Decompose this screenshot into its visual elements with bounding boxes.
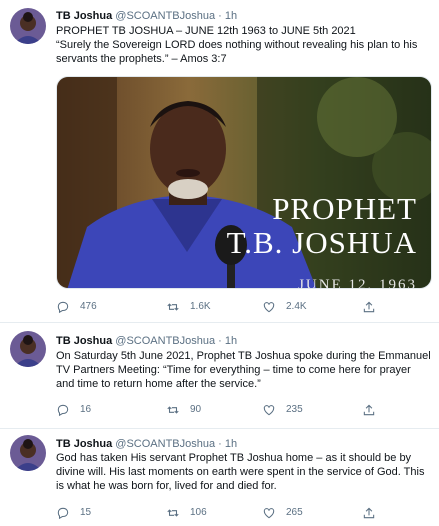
- share-button[interactable]: [362, 299, 386, 315]
- like-button[interactable]: 2.4K: [262, 299, 307, 315]
- heart-icon: [263, 302, 275, 313]
- tweet-actions: 16 90 235: [56, 402, 386, 418]
- image-caption-prophet: PROPHET: [272, 191, 417, 226]
- reply-icon: [57, 301, 69, 314]
- share-button[interactable]: [362, 402, 386, 418]
- tweet-text-line: and time to return home after the servic…: [56, 378, 261, 390]
- author-name[interactable]: TB Joshua: [56, 335, 112, 347]
- reply-count: 15: [80, 507, 92, 518]
- tweet-text-line: God has taken His servant Prophet TB Jos…: [56, 452, 412, 464]
- tweet[interactable]: TB Joshua @SCOANTBJoshua · 1h God has ta…: [0, 429, 439, 526]
- tweet-header: TB Joshua @SCOANTBJoshua · 1h: [56, 437, 237, 451]
- share-icon: [363, 507, 375, 519]
- tweet-text: God has taken His servant Prophet TB Jos…: [56, 451, 432, 493]
- tweet-image[interactable]: PROPHET T.B. JOSHUA JUNE 12, 1963: [56, 76, 432, 289]
- tweet-text: On Saturday 5th June 2021, Prophet TB Jo…: [56, 349, 432, 391]
- avatar[interactable]: [10, 8, 46, 44]
- like-button[interactable]: 265: [262, 505, 303, 521]
- author-handle[interactable]: @SCOANTBJoshua: [115, 335, 215, 347]
- tweet[interactable]: TB Joshua @SCOANTBJoshua · 1h PROPHET TB…: [0, 0, 439, 322]
- separator-dot: ·: [218, 335, 222, 347]
- like-count: 265: [286, 507, 303, 518]
- image-caption-date: JUNE 12, 1963: [298, 277, 417, 289]
- tweet-header: TB Joshua @SCOANTBJoshua · 1h: [56, 9, 237, 23]
- avatar[interactable]: [10, 435, 46, 471]
- author-handle[interactable]: @SCOANTBJoshua: [115, 10, 215, 22]
- tweet-text-line: servants the prophets.” – Amos 3:7: [56, 53, 227, 65]
- retweet-button[interactable]: 1.6K: [166, 299, 211, 315]
- tweet-text-line: TV Partners Meeting: “Time for everythin…: [56, 364, 411, 376]
- tweet-text: PROPHET TB JOSHUA – JUNE 12th 1963 to JU…: [56, 24, 432, 66]
- timestamp[interactable]: 1h: [225, 335, 237, 347]
- reply-button[interactable]: 15: [56, 505, 91, 521]
- retweet-count: 106: [190, 507, 207, 518]
- share-icon: [363, 404, 375, 416]
- retweet-icon: [167, 303, 179, 311]
- tweet-text-line: PROPHET TB JOSHUA – JUNE 12th 1963 to JU…: [56, 25, 356, 37]
- avatar[interactable]: [10, 331, 46, 367]
- retweet-count: 90: [190, 404, 202, 415]
- tweet-text-line: On Saturday 5th June 2021, Prophet TB Jo…: [56, 350, 431, 362]
- heart-icon: [263, 508, 275, 519]
- reply-button[interactable]: 16: [56, 402, 91, 418]
- retweet-count: 1.6K: [190, 301, 211, 312]
- like-count: 235: [286, 404, 303, 415]
- reply-button[interactable]: 476: [56, 299, 97, 315]
- like-count: 2.4K: [286, 301, 307, 312]
- share-button[interactable]: [362, 505, 386, 521]
- tweet-actions: 15 106 265: [56, 505, 386, 521]
- share-icon: [363, 301, 375, 313]
- reply-count: 16: [80, 404, 92, 415]
- reply-icon: [57, 507, 69, 520]
- separator-dot: ·: [218, 10, 222, 22]
- like-button[interactable]: 235: [262, 402, 303, 418]
- reply-icon: [57, 404, 69, 417]
- tweet-header: TB Joshua @SCOANTBJoshua · 1h: [56, 334, 237, 348]
- timestamp[interactable]: 1h: [225, 438, 237, 450]
- tweet-text-line: “Surely the Sovereign LORD does nothing …: [56, 39, 418, 51]
- tweet[interactable]: TB Joshua @SCOANTBJoshua · 1h On Saturda…: [0, 323, 439, 428]
- retweet-icon: [167, 406, 179, 414]
- tweet-text-line: divine will. His last moments on earth w…: [56, 466, 425, 478]
- author-handle[interactable]: @SCOANTBJoshua: [115, 438, 215, 450]
- reply-count: 476: [80, 301, 97, 312]
- retweet-icon: [167, 509, 179, 517]
- image-caption-name: T.B. JOSHUA: [226, 225, 417, 260]
- heart-icon: [263, 405, 275, 416]
- separator-dot: ·: [218, 438, 222, 450]
- author-name[interactable]: TB Joshua: [56, 438, 112, 450]
- timestamp[interactable]: 1h: [225, 10, 237, 22]
- retweet-button[interactable]: 90: [166, 402, 201, 418]
- tweet-text-line: is what he was born for, lived for and d…: [56, 480, 277, 492]
- author-name[interactable]: TB Joshua: [56, 10, 112, 22]
- retweet-button[interactable]: 106: [166, 505, 207, 521]
- tweet-actions: 476 1.6K 2.4K: [56, 299, 386, 315]
